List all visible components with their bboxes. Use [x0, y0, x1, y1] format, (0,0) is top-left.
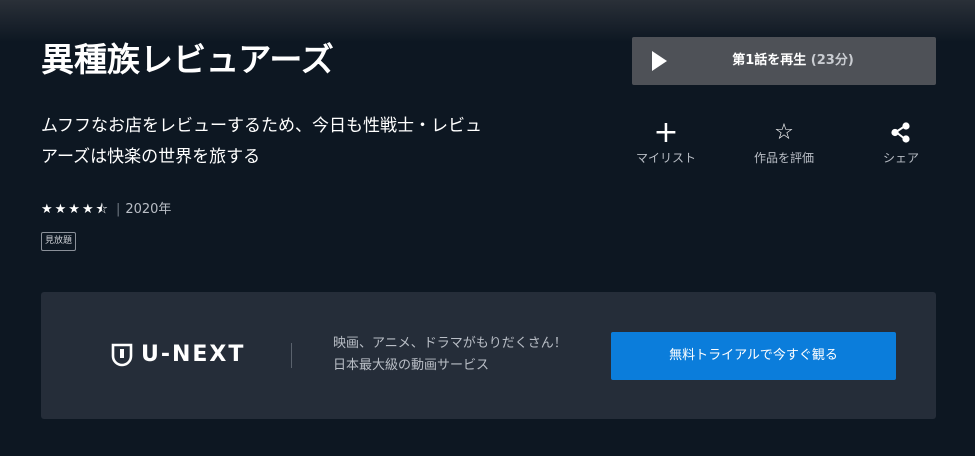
rate-label: 作品を評価: [753, 151, 814, 165]
promo-panel: U-NEXT 映画、アニメ、ドラマがもりだくさん！ 日本最大級の動画サービス 無…: [41, 292, 936, 419]
page-title: 異種族レビュアーズ: [41, 40, 334, 79]
play-label-text: 第1話を再生: [732, 53, 807, 68]
unext-shield-icon: [111, 343, 133, 367]
play-episode-button[interactable]: 第1話を再生 (23分): [632, 37, 936, 85]
mylist-label: マイリスト: [635, 151, 696, 165]
synopsis-line-1: ムフフなお店をレビューするため、今日も性戦士・レビュ: [41, 116, 482, 136]
rate-button[interactable]: ☆ 作品を評価: [729, 118, 839, 166]
unext-logo: U-NEXT: [111, 341, 245, 369]
share-icon: [846, 118, 956, 150]
star-rating: ★★★★⯪: [41, 200, 110, 220]
promo-divider: [291, 343, 292, 368]
synopsis: ムフフなお店をレビューするため、今日も性戦士・レビュ アーズは快楽の世界を旅する: [41, 111, 521, 173]
promo-copy: 映画、アニメ、ドラマがもりだくさん！ 日本最大級の動画サービス: [333, 333, 567, 377]
promo-line-2: 日本最大級の動画サービス: [333, 358, 490, 373]
half-star-icon: ⯪: [95, 202, 110, 217]
meta-separator: |: [115, 202, 121, 217]
play-button-label: 第1話を再生 (23分): [632, 37, 936, 85]
plus-icon: +: [653, 115, 679, 150]
hero-image-fade: [0, 0, 975, 42]
share-label: シェア: [882, 151, 919, 165]
share-button[interactable]: シェア: [846, 118, 956, 166]
mylist-button[interactable]: + マイリスト: [611, 118, 721, 166]
release-year: 2020年: [125, 202, 172, 217]
episode-duration: (23分): [810, 53, 854, 68]
rating-year-row: ★★★★⯪ | 2020年: [41, 200, 171, 220]
free-trial-button[interactable]: 無料トライアルで今すぐ観る: [611, 332, 896, 380]
synopsis-line-2: アーズは快楽の世界を旅する: [41, 147, 261, 167]
full-stars: ★★★★: [41, 202, 96, 217]
promo-line-1: 映画、アニメ、ドラマがもりだくさん！: [333, 336, 567, 351]
unext-logo-text: U-NEXT: [141, 342, 246, 367]
star-outline-icon: ☆: [774, 120, 794, 145]
unlimited-badge: 見放題: [41, 232, 77, 251]
